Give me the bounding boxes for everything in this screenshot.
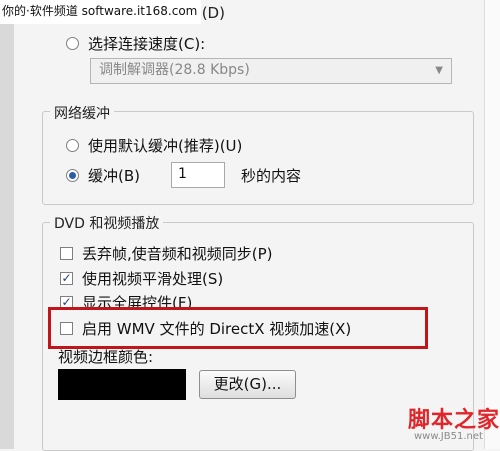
buffer-seconds-input[interactable]: 1 xyxy=(171,162,225,188)
drop-frames-label: 丢弃帧,使音频和视频同步(P) xyxy=(82,245,273,263)
smoothing-label: 使用视频平滑处理(S) xyxy=(82,270,224,288)
smoothing-checkbox[interactable]: ✓ xyxy=(60,272,73,285)
network-buffer-title: 网络缓冲 xyxy=(50,103,114,123)
drop-frames-checkbox[interactable] xyxy=(60,247,73,260)
chevron-down-icon: ▼ xyxy=(435,65,443,76)
window-left-edge xyxy=(0,0,14,449)
default-buffer-label: 使用默认缓冲(推荐)(U) xyxy=(88,137,243,155)
default-buffer-radio[interactable] xyxy=(66,139,79,152)
network-buffer-group xyxy=(42,111,474,205)
site-logo-url: www.JB51.net xyxy=(414,431,483,442)
choose-speed-radio[interactable] xyxy=(66,37,79,50)
scrollbar[interactable] xyxy=(484,0,500,449)
border-color-swatch xyxy=(58,369,186,400)
buffer-seconds-label: 秒的内容 xyxy=(241,167,302,185)
change-color-button[interactable]: 更改(G)... xyxy=(199,370,296,399)
custom-buffer-radio[interactable] xyxy=(66,169,79,182)
site-logo: 脚本之家 xyxy=(408,408,500,433)
speed-select-value: 调制解调器(28.8 Kbps) xyxy=(99,62,250,78)
custom-buffer-label: 缓冲(B) xyxy=(88,167,140,185)
choose-speed-label: 选择连接速度(C): xyxy=(88,35,206,53)
border-color-label: 视频边框颜色: xyxy=(58,348,154,366)
highlight-box xyxy=(48,307,428,349)
dvd-video-title: DVD 和视频播放 xyxy=(50,213,164,233)
watermark-banner: 你的·软件频道 software.it168.com xyxy=(0,0,202,24)
speed-select[interactable]: 调制解调器(28.8 Kbps) ▼ xyxy=(90,58,452,84)
